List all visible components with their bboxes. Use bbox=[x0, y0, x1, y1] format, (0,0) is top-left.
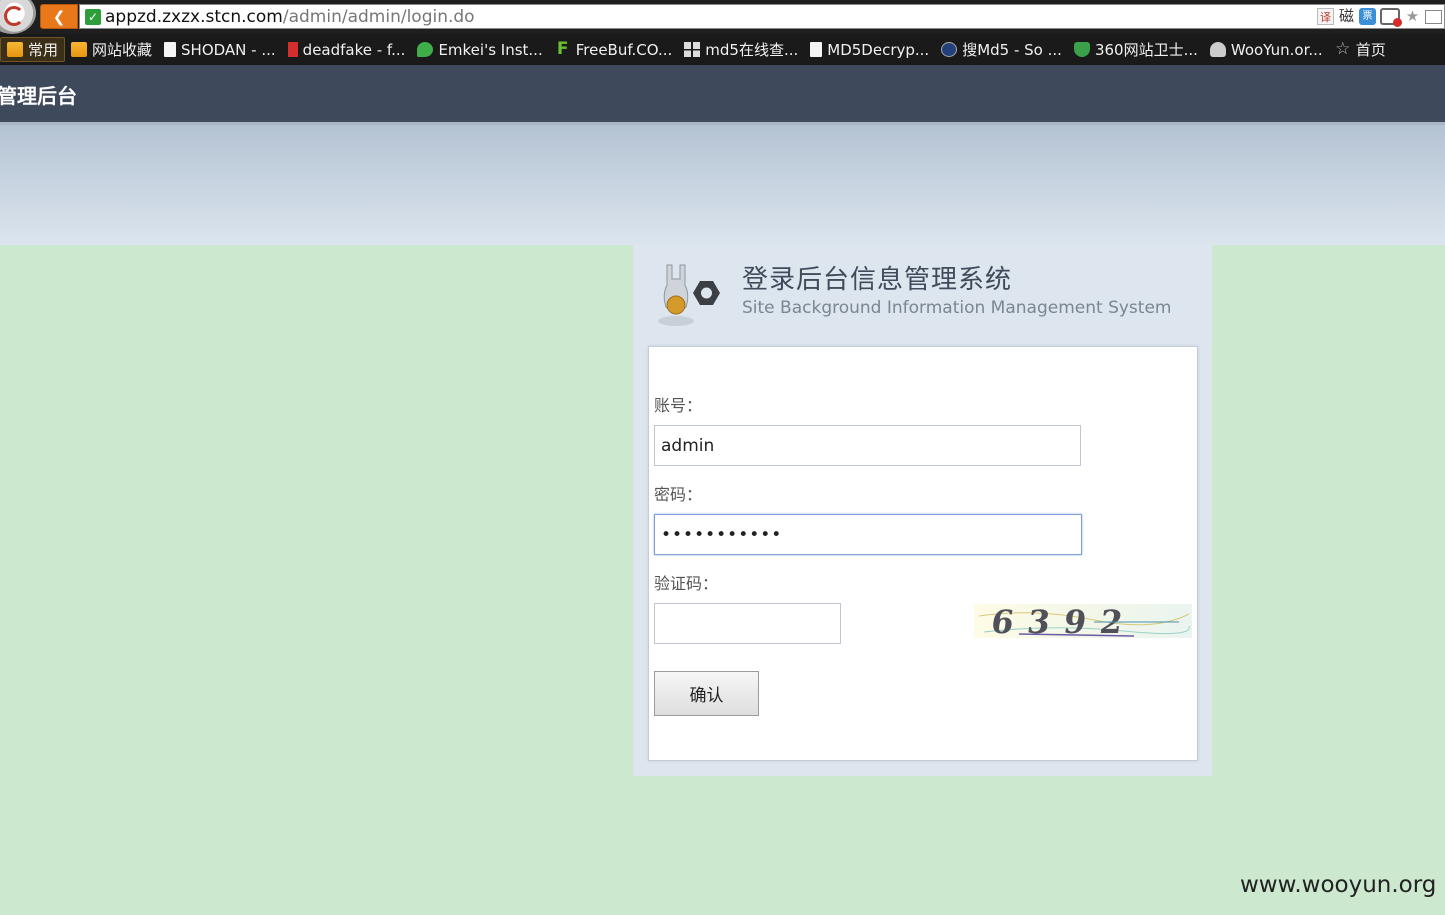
url-text[interactable]: appzd.zxzx.stcn.com/admin/admin/login.do bbox=[105, 7, 475, 27]
f-logo-icon: F bbox=[556, 39, 569, 59]
watermark: www.wooyun.org bbox=[1240, 872, 1437, 898]
bars-icon bbox=[287, 42, 293, 57]
browser-toolbar: ❮ ✓ appzd.zxzx.stcn.com/admin/admin/logi… bbox=[0, 0, 1445, 34]
bookmark-label: 搜Md5 - So ... bbox=[962, 41, 1062, 59]
folder-icon bbox=[71, 42, 88, 57]
captcha-text: 6392 bbox=[989, 604, 1139, 638]
bookmark-label: md5在线查... bbox=[705, 41, 799, 59]
account-input[interactable] bbox=[654, 425, 1081, 466]
chevron-left-icon: ❮ bbox=[52, 7, 66, 26]
translate-icon[interactable]: 译 bbox=[1317, 8, 1334, 25]
magnet-icon[interactable]: 磁 bbox=[1338, 8, 1355, 25]
address-bar[interactable]: ✓ appzd.zxzx.stcn.com/admin/admin/login.… bbox=[79, 4, 1445, 29]
password-label: 密码： bbox=[654, 485, 703, 504]
bookmark-label: SHODAN - ... bbox=[181, 40, 276, 59]
bookmark-label: deadfake - f... bbox=[302, 40, 406, 59]
star-icon: ☆ bbox=[1335, 39, 1351, 59]
md5-logo-icon bbox=[941, 42, 958, 57]
bookmark-label: 网站收藏 bbox=[92, 41, 153, 59]
bookmark-home[interactable]: ☆ 首页 bbox=[1329, 37, 1392, 62]
bookmark-label: 常用 bbox=[28, 41, 59, 59]
confirm-button[interactable]: 确认 bbox=[654, 671, 759, 716]
captcha-image[interactable]: 6392 bbox=[974, 604, 1192, 638]
bookmark-md5-online[interactable]: md5在线查... bbox=[678, 37, 804, 62]
ticket-icon[interactable]: 票 bbox=[1359, 8, 1376, 25]
bookmarks-bar: 常用 网站收藏 SHODAN - ... deadfake - f... Emk… bbox=[0, 34, 1445, 65]
more-icon[interactable] bbox=[1425, 9, 1442, 24]
bookmark-label: MD5Decryp... bbox=[827, 40, 930, 59]
bookmark-wooyun[interactable]: WooYun.or... bbox=[1204, 37, 1329, 62]
bookmark-md5decrypt[interactable]: MD5Decryp... bbox=[804, 37, 935, 62]
bookmark-360[interactable]: 360网站卫士... bbox=[1068, 37, 1204, 62]
folder-icon bbox=[7, 42, 23, 57]
secure-check-icon: ✓ bbox=[85, 8, 101, 25]
shield-icon bbox=[1073, 42, 1090, 57]
browser-logo-icon bbox=[0, 0, 36, 34]
adblock-icon[interactable] bbox=[1380, 8, 1402, 27]
bookmark-emkei[interactable]: Emkei's Inst... bbox=[411, 37, 548, 62]
password-input[interactable] bbox=[654, 514, 1082, 555]
back-button[interactable]: ❮ bbox=[40, 4, 78, 29]
bookmark-changyong[interactable]: 常用 bbox=[0, 37, 66, 62]
login-panel: 登录后台信息管理系统 Site Background Information M… bbox=[633, 245, 1212, 776]
page-icon bbox=[164, 42, 177, 57]
address-bar-tools: 译 磁 票 ★ bbox=[1317, 5, 1444, 28]
bookmark-label: WooYun.or... bbox=[1230, 40, 1323, 59]
bookmark-deadfake[interactable]: deadfake - f... bbox=[282, 37, 412, 62]
bookmark-label: Emkei's Inst... bbox=[438, 40, 543, 59]
grid-icon bbox=[684, 42, 701, 57]
wrench-nut-logo-icon bbox=[658, 264, 720, 326]
bookmark-label: 360网站卫士... bbox=[1094, 41, 1198, 59]
bookmark-somd5[interactable]: 搜Md5 - So ... bbox=[935, 37, 1068, 62]
bookmark-shodan[interactable]: SHODAN - ... bbox=[158, 37, 282, 62]
captcha-label: 验证码： bbox=[654, 574, 719, 593]
leaf-icon bbox=[417, 42, 434, 57]
page-icon bbox=[810, 42, 823, 57]
system-subtitle: Site Background Information Management S… bbox=[742, 298, 1172, 318]
cloud-icon bbox=[1209, 42, 1226, 57]
url-path: /admin/admin/login.do bbox=[282, 6, 475, 27]
bookmark-favorites[interactable]: 网站收藏 bbox=[65, 37, 158, 62]
bookmark-freebuf[interactable]: F FreeBuf.CO... bbox=[549, 37, 679, 62]
app-header: 管理后台 bbox=[0, 65, 1445, 122]
bookmark-label: FreeBuf.CO... bbox=[575, 40, 673, 59]
captcha-input[interactable] bbox=[654, 603, 841, 644]
bookmark-star-icon[interactable]: ★ bbox=[1404, 8, 1421, 25]
account-label: 账号： bbox=[654, 396, 703, 415]
page-title: 管理后台 bbox=[0, 84, 77, 108]
system-title: 登录后台信息管理系统 bbox=[742, 265, 1013, 295]
url-host: appzd.zxzx.stcn.com bbox=[105, 6, 283, 27]
header-gradient-band bbox=[0, 125, 1445, 245]
login-form: 账号： 密码： 验证码： 6392 确认 bbox=[648, 346, 1198, 761]
bookmark-label: 首页 bbox=[1355, 41, 1386, 59]
